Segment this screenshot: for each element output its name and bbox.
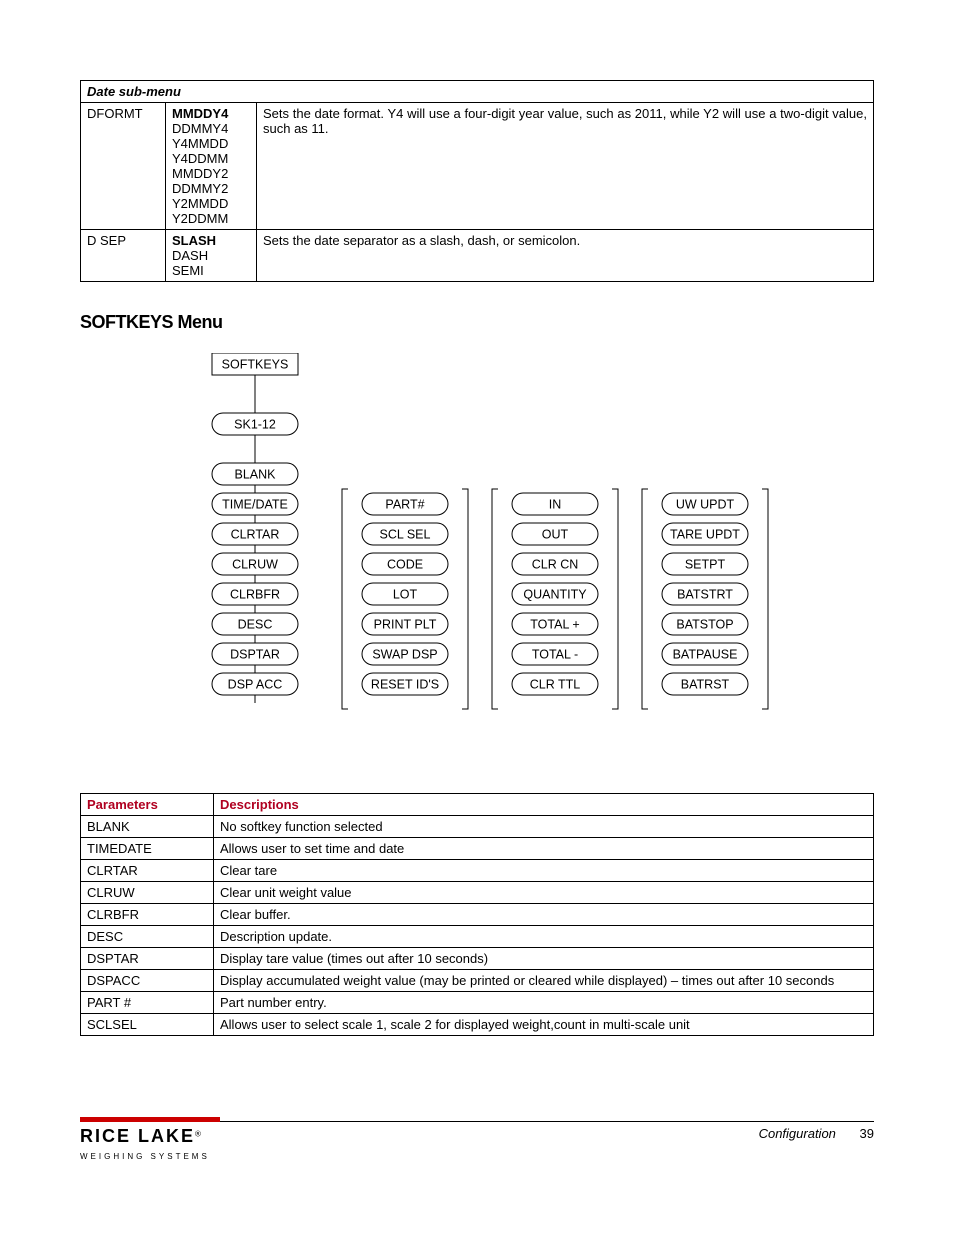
param-header-0: Parameters	[81, 794, 214, 816]
footer-red-bar	[80, 1117, 220, 1122]
softkeys-heading: SOFTKEYS Menu	[80, 312, 874, 333]
svg-text:PART#: PART#	[385, 497, 424, 511]
svg-text:TOTAL -: TOTAL -	[532, 647, 578, 661]
date-row-0-options: MMDDY4 DDMMY4 Y4MMDD Y4DDMM MMDDY2 DDMMY…	[166, 103, 257, 230]
svg-text:PRINT PLT: PRINT PLT	[374, 617, 437, 631]
svg-text:OUT: OUT	[542, 527, 569, 541]
svg-text:BATPAUSE: BATPAUSE	[673, 647, 738, 661]
svg-text:CLRUW: CLRUW	[232, 557, 278, 571]
svg-text:UW UPDT: UW UPDT	[676, 497, 735, 511]
footer-page: 39	[860, 1126, 874, 1141]
svg-text:CLRBFR: CLRBFR	[230, 587, 280, 601]
footer-right: Configuration 39	[759, 1126, 874, 1141]
svg-text:SETPT: SETPT	[685, 557, 726, 571]
date-row-0-param: DFORMT	[81, 103, 166, 230]
logo: RICE LAKE® WEIGHING SYSTEMS	[80, 1126, 210, 1162]
diagram-col-3: UW UPDT TARE UPDT SETPT BATSTRT BATSTOP …	[642, 489, 768, 709]
date-row-0-desc: Sets the date format. Y4 will use a four…	[257, 103, 874, 230]
svg-text:DSP ACC: DSP ACC	[228, 677, 283, 691]
svg-text:BLANK: BLANK	[235, 467, 277, 481]
svg-text:DSPTAR: DSPTAR	[230, 647, 280, 661]
date-row-1-param: D SEP	[81, 230, 166, 282]
svg-text:QUANTITY: QUANTITY	[523, 587, 587, 601]
parameters-table: Parameters Descriptions BLANKNo softkey …	[80, 793, 874, 1036]
svg-text:BATSTOP: BATSTOP	[676, 617, 733, 631]
svg-text:RESET ID'S: RESET ID'S	[371, 677, 439, 691]
diagram-col-1: PART# SCL SEL CODE LOT PRINT PLT SWAP DS…	[342, 489, 468, 709]
date-submenu-title: Date sub-menu	[81, 81, 874, 103]
svg-text:IN: IN	[549, 497, 562, 511]
svg-text:CLR CN: CLR CN	[532, 557, 579, 571]
svg-text:CODE: CODE	[387, 557, 423, 571]
date-submenu-table: Date sub-menu DFORMT MMDDY4 DDMMY4 Y4MMD…	[80, 80, 874, 282]
footer-section: Configuration	[759, 1126, 836, 1141]
svg-text:TOTAL +: TOTAL +	[530, 617, 579, 631]
svg-text:SK1-12: SK1-12	[234, 417, 276, 431]
diagram-col-2: IN OUT CLR CN QUANTITY TOTAL + TOTAL - C…	[492, 489, 618, 709]
footer-rule	[220, 1121, 874, 1122]
svg-text:TARE UPDT: TARE UPDT	[670, 527, 740, 541]
svg-text:SCL SEL: SCL SEL	[380, 527, 431, 541]
svg-text:SOFTKEYS: SOFTKEYS	[222, 357, 289, 371]
svg-text:SWAP DSP: SWAP DSP	[372, 647, 437, 661]
svg-text:CLRTAR: CLRTAR	[231, 527, 280, 541]
page-footer: RICE LAKE® WEIGHING SYSTEMS Configuratio…	[80, 1116, 874, 1162]
svg-text:DESC: DESC	[238, 617, 273, 631]
svg-text:LOT: LOT	[393, 587, 418, 601]
svg-text:BATRST: BATRST	[681, 677, 730, 691]
svg-text:BATSTRT: BATSTRT	[677, 587, 733, 601]
svg-text:TIME/DATE: TIME/DATE	[222, 497, 288, 511]
param-header-1: Descriptions	[214, 794, 874, 816]
date-row-1-desc: Sets the date separator as a slash, dash…	[257, 230, 874, 282]
softkeys-diagram: SOFTKEYS SK1-12 BLANK TIME/DATE CLRTAR C…	[177, 353, 777, 733]
date-row-1-options: SLASH DASH SEMI	[166, 230, 257, 282]
svg-text:CLR TTL: CLR TTL	[530, 677, 581, 691]
